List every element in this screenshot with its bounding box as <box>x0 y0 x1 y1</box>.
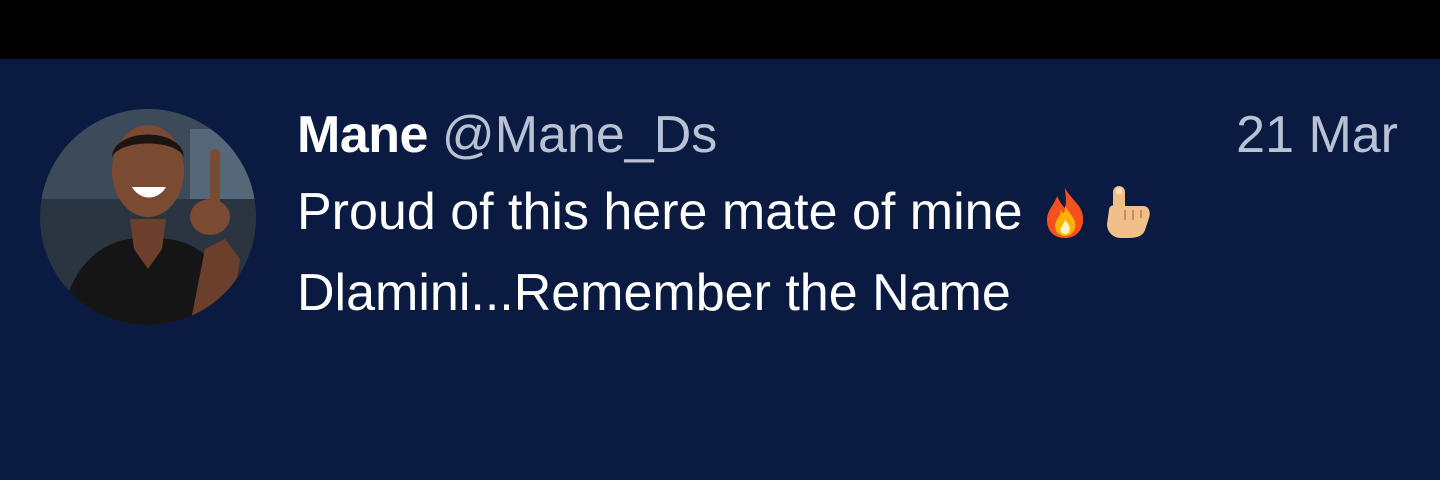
tweet-text-line-2: Dlamini...Remember the Name <box>297 262 1011 324</box>
tweet-text-continued: Dlamini...Remember the Name <box>297 264 1011 322</box>
tweet-header: Mane @Mane_Ds <box>297 105 717 165</box>
display-name[interactable]: Mane <box>297 105 428 165</box>
tweet-text-line-1: Proud of this here mate of mine <box>297 181 1155 243</box>
user-handle[interactable]: @Mane_Ds <box>442 105 717 165</box>
fire-icon <box>1037 184 1093 240</box>
tweet-date[interactable]: 21 Mar <box>1236 105 1398 165</box>
status-bar <box>0 0 1440 59</box>
pointing-hand-icon <box>1099 184 1155 240</box>
avatar[interactable] <box>40 109 256 325</box>
tweet-text: Proud of this here mate of mine <box>297 183 1023 241</box>
